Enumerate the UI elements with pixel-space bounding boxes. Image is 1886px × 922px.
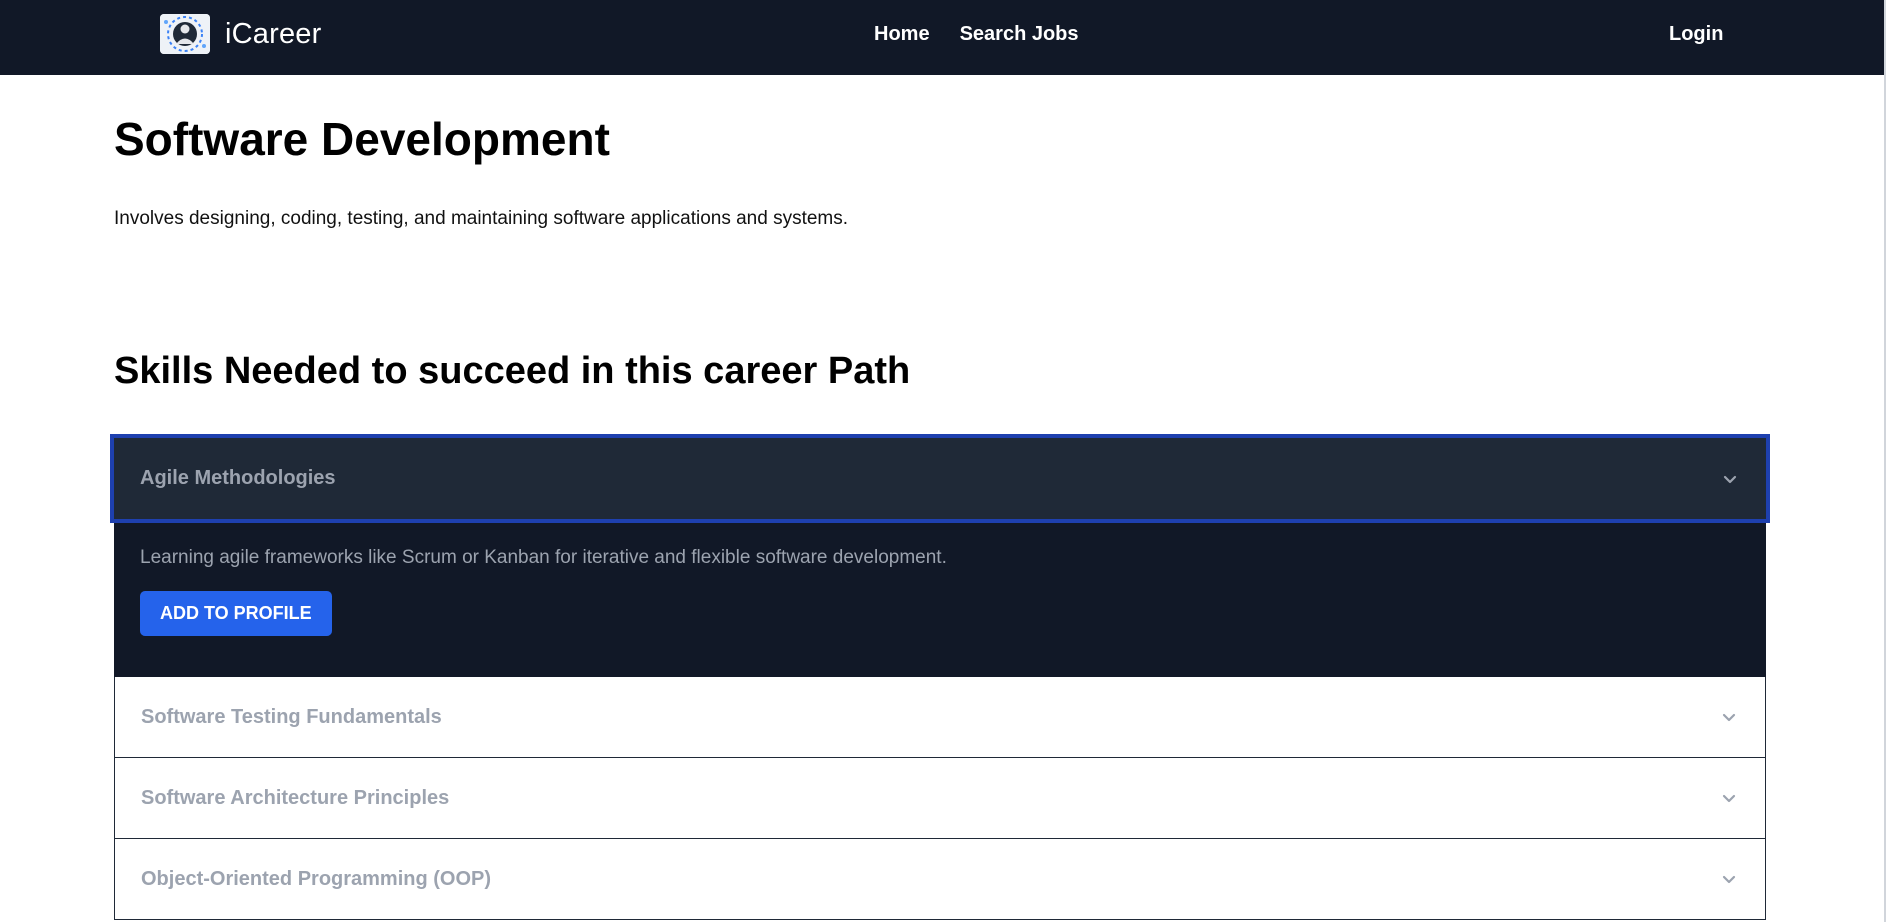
accordion-header[interactable]: Software Architecture Principles bbox=[114, 758, 1766, 839]
accordion-item-software-testing: Software Testing Fundamentals bbox=[114, 677, 1766, 758]
accordion-body-text: Learning agile frameworks like Scrum or … bbox=[140, 547, 947, 568]
accordion-title: Object-Oriented Programming (OOP) bbox=[141, 867, 492, 890]
add-to-profile-button[interactable]: ADD TO PROFILE bbox=[140, 591, 332, 636]
chevron-down-icon bbox=[1722, 713, 1736, 722]
accordion-body: Learning agile frameworks like Scrum or … bbox=[114, 519, 1766, 677]
accordion-header[interactable]: Agile Methodologies bbox=[110, 434, 1770, 523]
accordion-header[interactable]: Software Testing Fundamentals bbox=[114, 677, 1766, 758]
skills-heading: Skills Needed to succeed in this career … bbox=[114, 350, 911, 392]
accordion-title: Agile Methodologies bbox=[140, 467, 336, 489]
accordion-item-software-architecture: Software Architecture Principles bbox=[114, 758, 1766, 839]
accordion-header[interactable]: Object-Oriented Programming (OOP) bbox=[114, 839, 1766, 920]
login-link[interactable]: Login bbox=[1669, 23, 1723, 46]
nav-link-search-jobs[interactable]: Search Jobs bbox=[960, 23, 1079, 46]
chevron-down-icon bbox=[1722, 875, 1736, 884]
skills-accordion: Agile Methodologies Learning agile frame… bbox=[110, 434, 1770, 920]
chevron-down-icon bbox=[1722, 794, 1736, 803]
accordion-title: Software Architecture Principles bbox=[141, 786, 450, 809]
page-title: Software Development bbox=[114, 113, 610, 165]
logo-icon bbox=[160, 14, 210, 54]
brand-name: iCareer bbox=[225, 17, 322, 50]
brand[interactable]: iCareer bbox=[160, 14, 322, 54]
nav-links: Home Search Jobs bbox=[874, 23, 1079, 46]
page-description: Involves designing, coding, testing, and… bbox=[114, 208, 849, 229]
chevron-down-icon bbox=[1723, 475, 1737, 483]
accordion-item-agile-methodologies: Agile Methodologies Learning agile frame… bbox=[110, 434, 1770, 677]
top-navbar: iCareer Home Search Jobs Login bbox=[0, 0, 1886, 75]
accordion-item-oop: Object-Oriented Programming (OOP) bbox=[114, 839, 1766, 920]
nav-link-home[interactable]: Home bbox=[874, 23, 930, 46]
accordion-title: Software Testing Fundamentals bbox=[141, 705, 442, 728]
